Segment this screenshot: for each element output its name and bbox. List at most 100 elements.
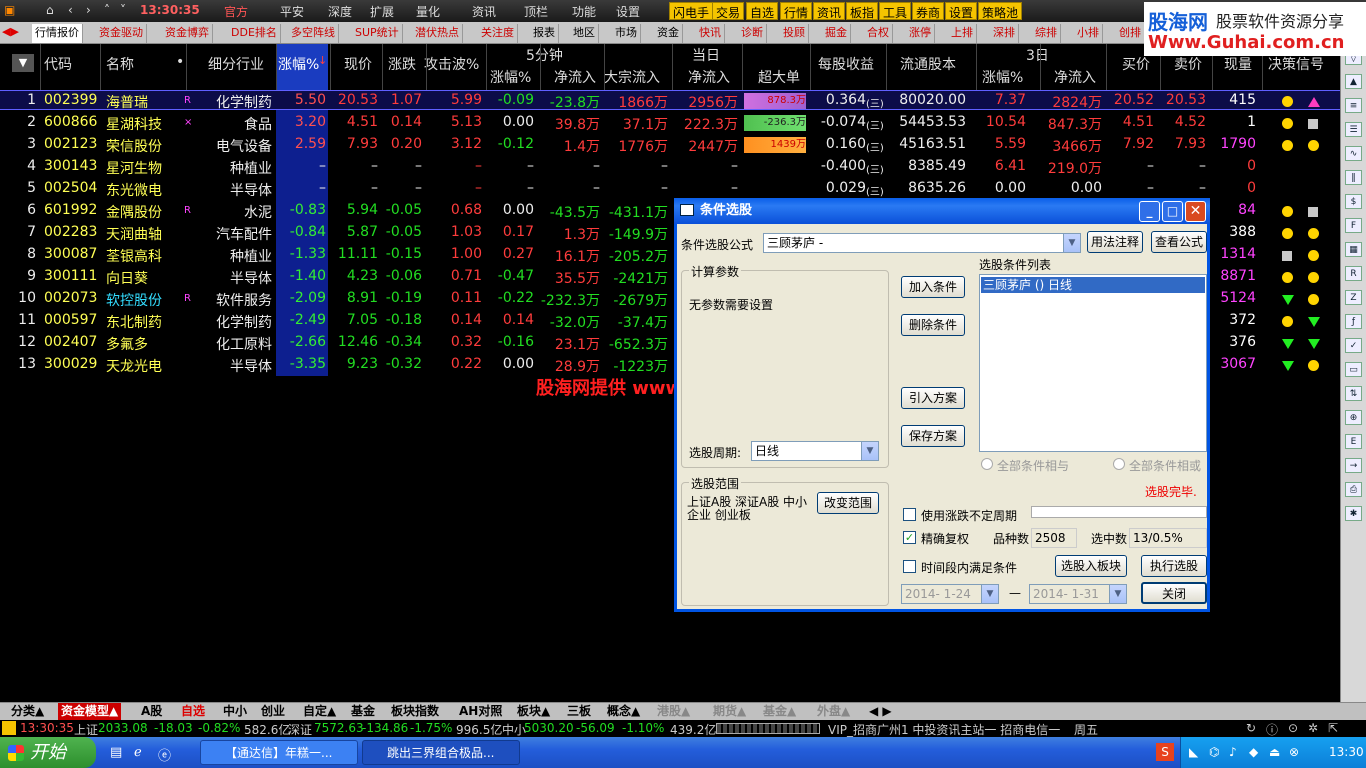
bottom-tab[interactable]: 基金▲ xyxy=(760,703,799,720)
change-range-button[interactable]: 改变范围 xyxy=(817,492,879,514)
col-float[interactable]: 流通股本 xyxy=(900,54,956,74)
tab-small-rank[interactable]: 小排 xyxy=(1074,24,1103,43)
chevron-down-icon[interactable]: ▼ xyxy=(981,585,998,603)
tray-clock[interactable]: 13:30 xyxy=(1329,745,1364,759)
menu-official[interactable]: 官方 xyxy=(224,3,248,20)
period-select[interactable]: 日线 ▼ xyxy=(751,441,879,461)
down-icon[interactable]: ˅ xyxy=(120,3,126,17)
col-big-flow[interactable]: 大宗流入 xyxy=(604,67,660,87)
fiz-icon[interactable]: Z xyxy=(1345,290,1362,305)
bottom-tab[interactable]: 自选 xyxy=(178,703,208,720)
col-day-flow[interactable]: 净流入 xyxy=(688,67,730,87)
btn-quotes[interactable]: 行情 xyxy=(780,2,813,20)
tab-sh-rank[interactable]: 上排 xyxy=(948,24,977,43)
tab-dig[interactable]: 掘金 xyxy=(822,24,851,43)
folder-icon[interactable]: ▭ xyxy=(1345,362,1362,377)
fund-icon[interactable]: $ xyxy=(1345,194,1362,209)
table-row[interactable]: 2 600866 星湖科技 × 食品 3.20 4.51 0.14 5.13 0.00 39.8万 3… xyxy=(0,112,1340,134)
report-icon[interactable]: ≡ xyxy=(1345,98,1362,113)
bottom-tab[interactable]: 港股▲ xyxy=(654,703,693,720)
refresh-icon[interactable]: ↻ xyxy=(1246,721,1256,735)
col-change[interactable]: 涨跌 xyxy=(388,54,416,74)
btn-broker[interactable]: 券商 xyxy=(912,2,945,20)
table-row[interactable]: 1 002399 海普瑞 R 化学制药 5.50 20.53 1.07 5.99 -0.09 -23… xyxy=(0,90,1340,112)
menu-settings[interactable]: 设置 xyxy=(616,3,640,20)
tab-diagnose[interactable]: 诊断 xyxy=(738,24,767,43)
delete-condition-button[interactable]: 删除条件 xyxy=(901,314,965,336)
tab-flash[interactable]: 快讯 xyxy=(696,24,725,43)
bottom-tab[interactable]: 板块▲ xyxy=(514,703,553,720)
tab-report[interactable]: 报表 xyxy=(530,24,559,43)
col-name[interactable]: 名称 xyxy=(106,54,134,74)
table-row[interactable]: 3 002123 荣信股份 电气设备 2.59 7.93 0.20 3.12 -0.12 1.4万… xyxy=(0,134,1340,156)
menu-depth[interactable]: 深度 xyxy=(328,3,352,20)
col-vol[interactable]: 现量 xyxy=(1224,54,1252,74)
col-eps[interactable]: 每股收益 xyxy=(818,54,874,74)
bottom-tab[interactable]: 三板 xyxy=(564,703,594,720)
grid-icon[interactable]: ▦ xyxy=(1345,242,1362,257)
gear-icon[interactable]: ✱ xyxy=(1345,506,1362,521)
tab-market[interactable]: 市场 xyxy=(612,24,641,43)
tab-rights[interactable]: 合权 xyxy=(864,24,893,43)
tab-all-rank[interactable]: 综排 xyxy=(1032,24,1061,43)
up-icon[interactable]: ˄ xyxy=(104,3,110,17)
usage-button[interactable]: 用法注释 xyxy=(1087,231,1143,253)
export-icon[interactable]: → xyxy=(1345,458,1362,473)
btn-strategy[interactable]: 策略池 xyxy=(978,2,1023,20)
col-5min-flow[interactable]: 净流入 xyxy=(554,67,596,87)
chevron-down-icon[interactable]: ▼ xyxy=(861,442,878,460)
bottom-tab[interactable]: 期货▲ xyxy=(710,703,749,720)
btn-tools[interactable]: 工具 xyxy=(879,2,912,20)
print-icon[interactable]: ⎙ xyxy=(1345,482,1362,497)
col-code[interactable]: 代码 xyxy=(44,54,72,74)
chart-icon[interactable]: ▲ xyxy=(1345,74,1362,89)
or-radio[interactable] xyxy=(1113,458,1125,470)
select-icon[interactable]: ✓ xyxy=(1345,338,1362,353)
chevron-down-icon[interactable]: ▼ xyxy=(1109,585,1126,603)
formula-select[interactable]: 三顾茅庐 - ▼ xyxy=(763,233,1081,253)
minimize-icon[interactable]: _ xyxy=(1139,201,1160,222)
bottom-tab[interactable]: 创业 xyxy=(258,703,288,720)
bottom-tab[interactable]: 资金模型▲ xyxy=(58,703,122,720)
security-icon[interactable]: ⊗ xyxy=(1289,745,1299,759)
lock-icon[interactable]: ⊙ xyxy=(1288,721,1298,735)
usb-icon[interactable]: ⏏ xyxy=(1269,745,1280,759)
menu-pingan[interactable]: 平安 xyxy=(280,3,304,20)
browser-icon[interactable]: ⓔ xyxy=(158,745,171,764)
tab-gem-rank[interactable]: 创排 xyxy=(1116,24,1145,43)
target-icon[interactable]: ⊕ xyxy=(1345,410,1362,425)
to-block-button[interactable]: 选股入板块 xyxy=(1055,555,1127,577)
sort-icon[interactable]: ⇅ xyxy=(1345,386,1362,401)
formula-icon[interactable]: ƒ xyxy=(1345,314,1362,329)
bottom-tab[interactable]: AH对照 xyxy=(456,703,505,720)
tab-sup[interactable]: SUP统计 xyxy=(352,24,403,43)
condition-list[interactable]: 三顾茅庐 () 日线 xyxy=(979,274,1207,452)
col-price[interactable]: 现价 xyxy=(344,54,372,74)
col-signal[interactable]: 决策信号 xyxy=(1268,54,1324,74)
dropdown-icon[interactable]: ▼ xyxy=(12,54,34,72)
line-icon[interactable]: ∿ xyxy=(1345,146,1362,161)
app-tray-icon[interactable]: S xyxy=(1156,743,1174,761)
table-row[interactable]: 5 002504 东光微电 半导体 – – – – – – – – 0.029 (三) 8635.26 0.0… xyxy=(0,178,1340,200)
menu-function[interactable]: 功能 xyxy=(572,3,596,20)
tab-quotes[interactable]: 行情报价 xyxy=(32,24,83,43)
col-industry[interactable]: 细分行业 xyxy=(208,54,264,74)
tab-fund-game[interactable]: 资金博弈 xyxy=(162,24,213,43)
taskbar-item-tdx[interactable]: 【通达信】年糕一... xyxy=(200,740,358,765)
tab-region[interactable]: 地区 xyxy=(570,24,599,43)
menu-quant[interactable]: 量化 xyxy=(416,3,440,20)
btn-trade[interactable]: 交易 xyxy=(712,2,745,20)
view-formula-button[interactable]: 查看公式 xyxy=(1151,231,1207,253)
tab-advisor[interactable]: 投顾 xyxy=(780,24,809,43)
ie-icon[interactable]: ℯ xyxy=(134,745,142,760)
start-button[interactable]: 开始 xyxy=(0,737,96,768)
maximize-icon[interactable]: □ xyxy=(1162,201,1183,222)
add-condition-button[interactable]: 加入条件 xyxy=(901,276,965,298)
taskbar-item-article[interactable]: 跳出三界组合极品... xyxy=(362,740,520,765)
time-range-checkbox[interactable] xyxy=(903,560,916,573)
tab-fund[interactable]: 资金 xyxy=(654,24,683,43)
desktop-icon[interactable]: ▤ xyxy=(110,745,122,760)
menu-topbar[interactable]: 顶栏 xyxy=(524,3,548,20)
date-from[interactable]: 2014- 1-24 ▼ xyxy=(901,584,999,604)
save-plan-button[interactable]: 保存方案 xyxy=(901,425,965,447)
